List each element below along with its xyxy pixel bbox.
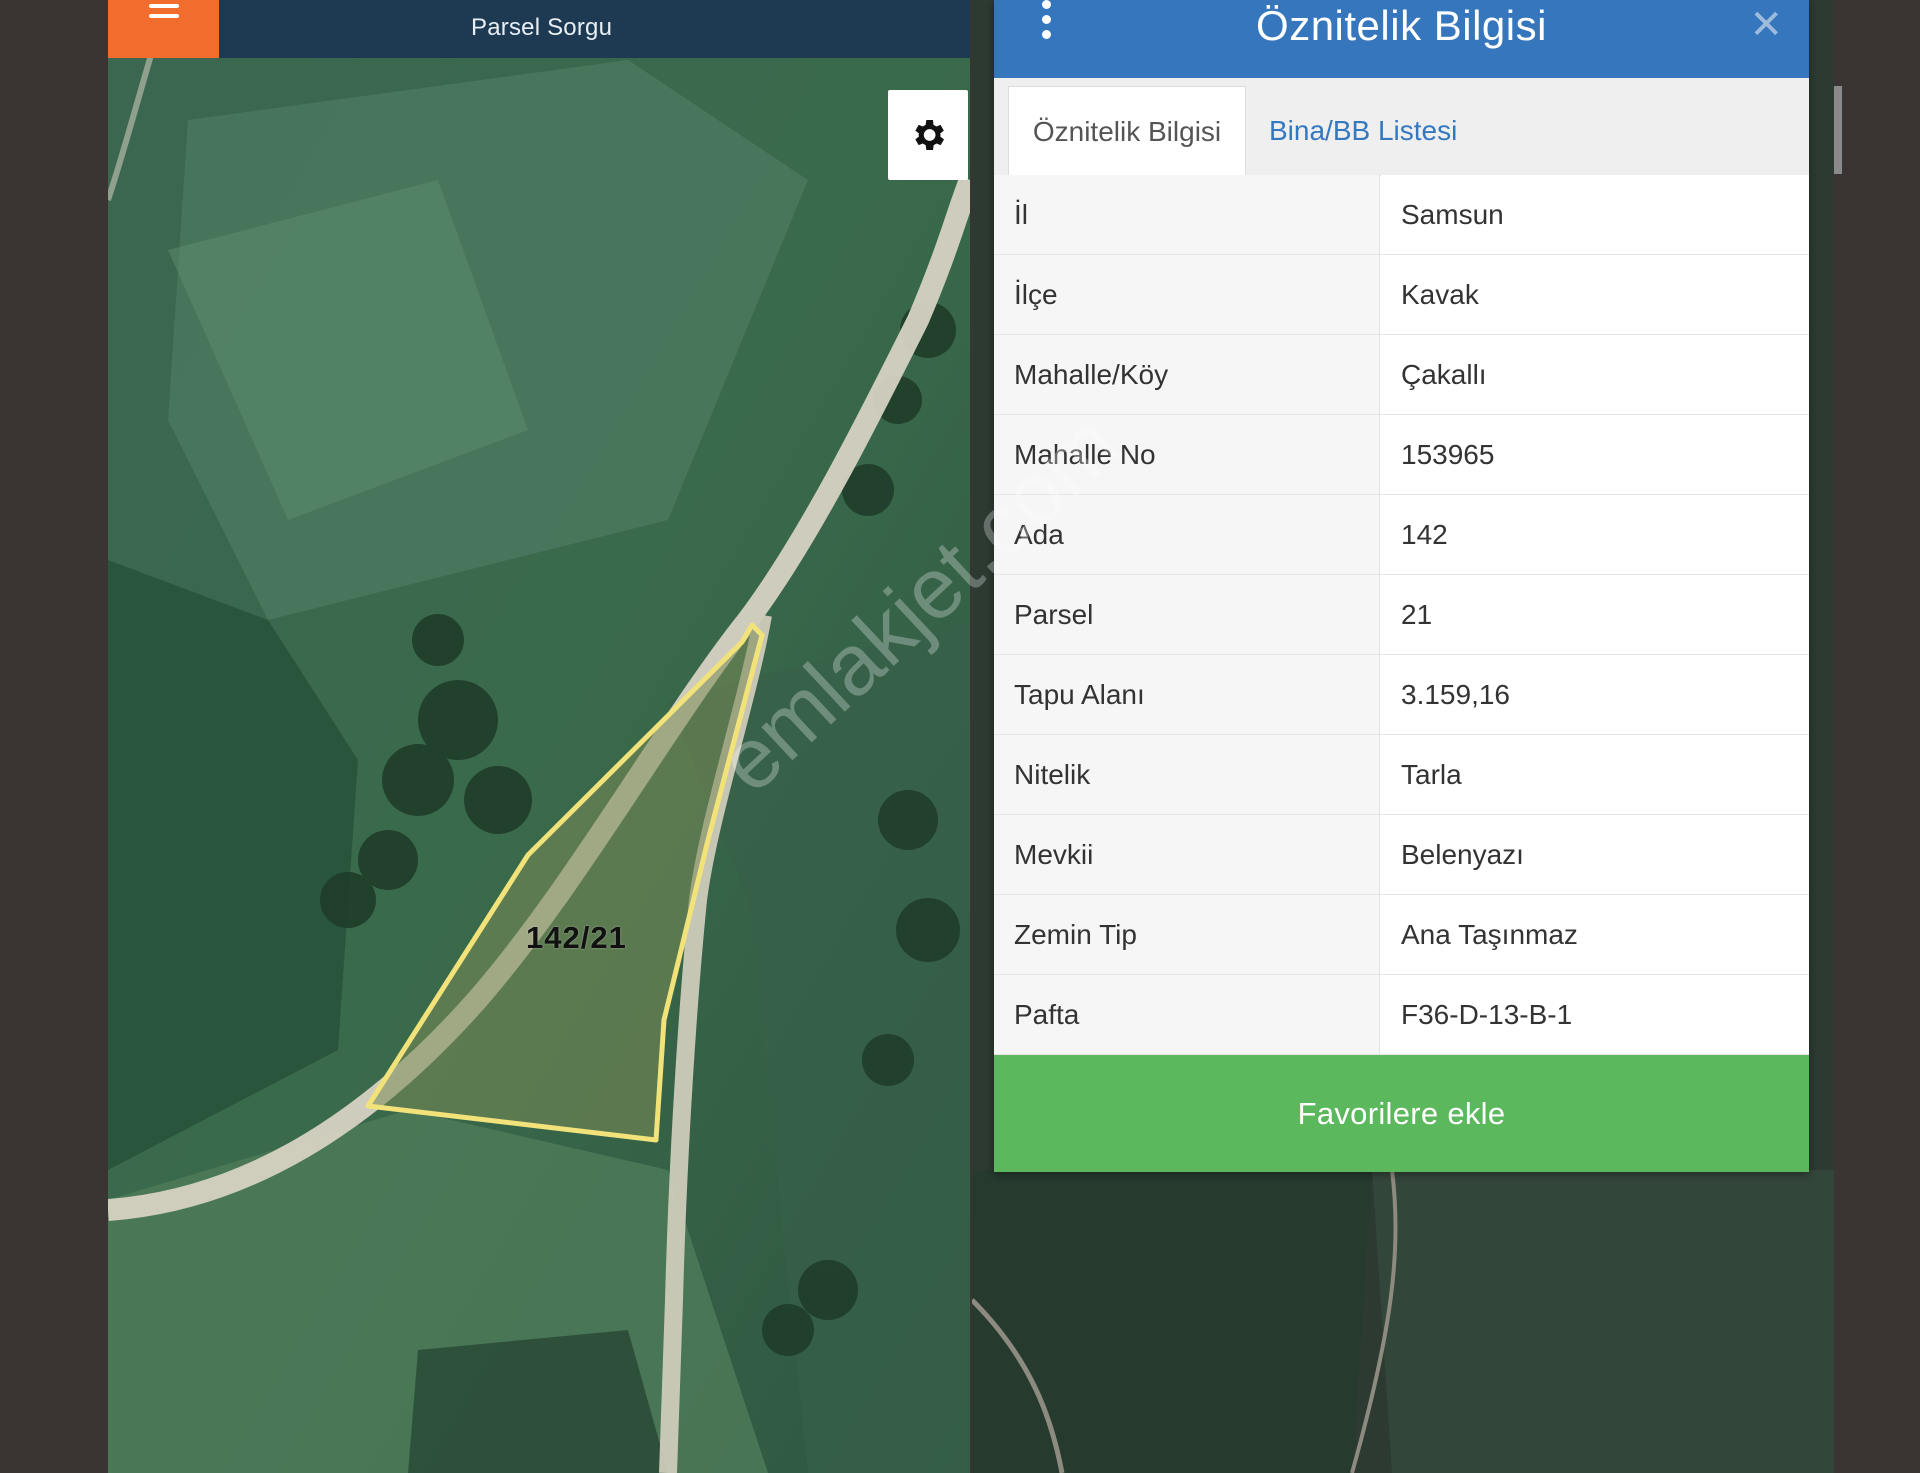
- row-key: Mahalle/Köy: [994, 335, 1380, 414]
- settings-button[interactable]: [888, 90, 968, 180]
- attribute-dialog: Öznitelik Bilgisi ✕ Öznitelik Bilgisi Bi…: [994, 0, 1809, 1172]
- row-value: 153965: [1381, 415, 1809, 494]
- row-key: İl: [994, 175, 1380, 254]
- map-screen: 142/21 Parsel Sorgu: [108, 0, 970, 1473]
- row-value: Belenyazı: [1381, 815, 1809, 894]
- top-bar: Parsel Sorgu: [108, 0, 970, 58]
- row-value: Çakallı: [1381, 335, 1809, 414]
- dialog-header: Öznitelik Bilgisi ✕: [994, 0, 1809, 78]
- table-row: Mevkii Belenyazı: [994, 815, 1809, 895]
- row-value: Ana Taşınmaz: [1381, 895, 1809, 974]
- menu-button[interactable]: [108, 0, 219, 58]
- scrollbar[interactable]: [1834, 86, 1842, 174]
- close-icon[interactable]: ✕: [1749, 2, 1783, 48]
- row-value: 21: [1381, 575, 1809, 654]
- page-title: Parsel Sorgu: [471, 14, 613, 41]
- table-row: Ada 142: [994, 495, 1809, 575]
- row-value: F36-D-13-B-1: [1381, 975, 1809, 1054]
- row-key: Parsel: [994, 575, 1380, 654]
- tab-attribute-info[interactable]: Öznitelik Bilgisi: [1008, 86, 1246, 176]
- table-row: İlçe Kavak: [994, 255, 1809, 335]
- row-value: Tarla: [1381, 735, 1809, 814]
- row-key: Mevkii: [994, 815, 1380, 894]
- row-key: İlçe: [994, 255, 1380, 334]
- dialog-title: Öznitelik Bilgisi: [1256, 2, 1547, 49]
- attribute-table: İl Samsun İlçe Kavak Mahalle/Köy Çakallı Ma…: [994, 175, 1809, 1055]
- table-row: Pafta F36-D-13-B-1: [994, 975, 1809, 1055]
- tab-building-list[interactable]: Bina/BB Listesi: [1269, 86, 1457, 175]
- table-row: Zemin Tip Ana Taşınmaz: [994, 895, 1809, 975]
- row-value: 3.159,16: [1381, 655, 1809, 734]
- row-value: Kavak: [1381, 255, 1809, 334]
- attribute-screen: Öznitelik Bilgisi ✕ Öznitelik Bilgisi Bi…: [972, 0, 1834, 1473]
- tab-bar: Öznitelik Bilgisi Bina/BB Listesi: [994, 78, 1809, 176]
- gear-icon: [915, 120, 944, 150]
- row-value: 142: [1381, 495, 1809, 574]
- row-key: Zemin Tip: [994, 895, 1380, 974]
- row-key: Mahalle No: [994, 415, 1380, 494]
- table-row: Parsel 21: [994, 575, 1809, 655]
- table-row: Tapu Alanı 3.159,16: [994, 655, 1809, 735]
- row-key: Tapu Alanı: [994, 655, 1380, 734]
- table-row: İl Samsun: [994, 175, 1809, 255]
- add-to-favorites-button[interactable]: Favorilere ekle: [994, 1055, 1809, 1172]
- parcel-number-label: 142/21: [526, 920, 627, 955]
- row-key: Pafta: [994, 975, 1380, 1054]
- table-row: Mahalle/Köy Çakallı: [994, 335, 1809, 415]
- hamburger-icon: [148, 4, 179, 24]
- table-row: Mahalle No 153965: [994, 415, 1809, 495]
- parcel-outline[interactable]: [108, 0, 970, 1473]
- row-value: Samsun: [1381, 175, 1809, 254]
- table-row: Nitelik Tarla: [994, 735, 1809, 815]
- row-key: Nitelik: [994, 735, 1380, 814]
- row-key: Ada: [994, 495, 1380, 574]
